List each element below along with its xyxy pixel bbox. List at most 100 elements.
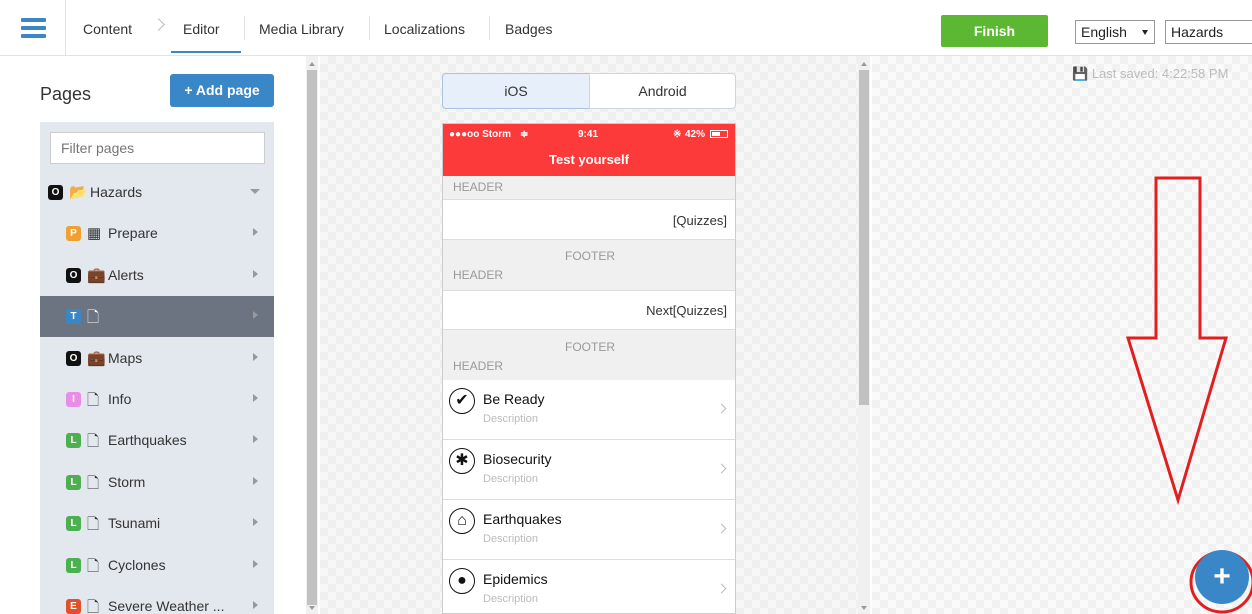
header-label: HEADER	[453, 359, 504, 373]
section-footer-header: FOOTER HEADER	[443, 330, 735, 380]
tree-item-label: Cyclones	[108, 556, 166, 573]
app-value: Hazards	[1171, 24, 1224, 40]
page-type-badge: P	[66, 226, 81, 242]
tab-content[interactable]: Content	[83, 0, 132, 56]
caret-right-icon[interactable]	[253, 228, 258, 237]
scroll-down-icon[interactable]	[861, 606, 867, 610]
item-description: Description	[483, 413, 539, 425]
tree-item[interactable]: I 🗋 Info	[40, 379, 274, 420]
caret-right-icon[interactable]	[253, 394, 258, 402]
tree-item[interactable]: L 🗋 Storm	[40, 462, 274, 503]
bluetooth-icon: ※	[673, 129, 682, 140]
item-title: Be Ready	[483, 391, 545, 407]
page-title: Test yourself	[549, 152, 629, 167]
tab-media-library[interactable]: Media Library	[259, 0, 344, 56]
active-tab-indicator	[171, 51, 241, 53]
tree-item[interactable]: L 🗋 Cyclones	[40, 545, 274, 586]
tree-item-label: Earthquakes	[108, 432, 187, 449]
page-type-badge: L	[66, 557, 81, 573]
file-icon: 🗋	[87, 557, 100, 575]
chevron-right-icon	[716, 403, 727, 414]
tree-item[interactable]: O 📂 Hazards	[40, 172, 274, 213]
item-title: Epidemics	[483, 571, 548, 587]
wifi-icon: ≑	[520, 129, 529, 140]
preview-scrollbar[interactable]	[858, 56, 870, 614]
list-item[interactable]: ● Epidemics Description	[443, 560, 735, 613]
filter-pages-input[interactable]	[50, 132, 265, 164]
finish-button[interactable]: Finish	[941, 15, 1048, 47]
top-nav: Content Editor Media Library Localizatio…	[0, 0, 1252, 56]
tab-localizations[interactable]: Localizations	[384, 0, 465, 56]
tree-item[interactable]: L 🗋 Tsunami	[40, 503, 274, 544]
scroll-up-icon[interactable]	[309, 62, 315, 66]
folder-open-icon: 📂	[69, 184, 88, 201]
tree-item[interactable]: T 🗋	[40, 296, 274, 338]
caret-right-icon[interactable]	[253, 518, 258, 527]
section-footer-header: FOOTER HEADER	[443, 240, 735, 290]
house-quake-icon: ⌂	[449, 508, 475, 534]
divider	[244, 16, 245, 40]
caret-right-icon[interactable]	[253, 601, 258, 609]
tree-item-label: Prepare	[108, 225, 158, 242]
next-quiz-cell[interactable]: Next[Quizzes]	[443, 290, 735, 330]
tree-item[interactable]: O 💼 Alerts	[40, 255, 274, 296]
briefcase-icon: 💼	[87, 349, 106, 367]
tab-editor[interactable]: Editor	[183, 0, 220, 56]
page-type-badge: I	[66, 392, 81, 407]
divider	[369, 16, 370, 40]
add-component-button[interactable]: +	[1195, 550, 1249, 604]
phone-status-bar: ●●●oo Storm ≑ 9:41 ※ 42% Test yourself	[443, 124, 735, 176]
add-page-button[interactable]: + Add page	[170, 74, 274, 107]
item-description: Description	[483, 473, 539, 485]
header-label: HEADER	[453, 268, 504, 282]
tree-item-label: Tsunami	[108, 515, 161, 532]
caret-right-icon[interactable]	[253, 269, 258, 278]
scroll-thumb[interactable]	[307, 70, 317, 605]
tree-item-label: Info	[108, 391, 132, 407]
page-type-badge: L	[66, 516, 81, 532]
app-select[interactable]: Hazards	[1165, 20, 1252, 44]
scroll-down-icon[interactable]	[309, 606, 315, 610]
list-item[interactable]: ✔ Be Ready Description	[443, 380, 735, 440]
android-toggle[interactable]: Android	[589, 73, 736, 109]
tree-item[interactable]: P ▦ Prepare	[40, 213, 274, 254]
left-scrollbar[interactable]	[306, 56, 318, 614]
item-title: Earthquakes	[483, 511, 562, 527]
caret-right-icon[interactable]	[253, 559, 258, 568]
footer-label: FOOTER	[565, 249, 615, 263]
briefcase-icon: 💼	[87, 266, 106, 284]
page-type-badge: E	[66, 599, 81, 614]
caret-right-icon[interactable]	[253, 311, 258, 320]
battery-icon	[710, 130, 728, 138]
caret-right-icon[interactable]	[253, 435, 258, 444]
caret-right-icon[interactable]	[253, 476, 258, 485]
ios-toggle[interactable]: iOS	[442, 73, 590, 109]
scroll-up-icon[interactable]	[861, 62, 867, 66]
language-select[interactable]: English	[1075, 20, 1155, 44]
caret-right-icon[interactable]	[253, 352, 258, 361]
tree-item[interactable]: O 💼 Maps	[40, 338, 274, 379]
battery-text: 42%	[685, 129, 706, 140]
menu-icon[interactable]	[0, 0, 66, 56]
tab-badges[interactable]: Badges	[505, 0, 552, 56]
last-saved-text: Last saved: 4:22:58 PM	[1091, 66, 1229, 81]
phone-preview: ●●●oo Storm ≑ 9:41 ※ 42% Test yourself H…	[442, 123, 736, 614]
annotation-arrow-icon	[1125, 176, 1252, 614]
tree-item-label: Hazards	[90, 184, 143, 200]
tree-item[interactable]: E 🗋 Severe Weather ...	[40, 586, 274, 614]
head-icon: ●	[449, 568, 475, 594]
next-quiz-text: Next[Quizzes]	[646, 303, 727, 318]
footer-label: FOOTER	[565, 340, 615, 354]
quiz-cell[interactable]: [Quizzes]	[443, 199, 735, 240]
caret-down-icon[interactable]	[250, 189, 260, 194]
tree-item-label: Alerts	[108, 266, 144, 283]
list-item[interactable]: ✱ Biosecurity Description	[443, 440, 735, 500]
scroll-thumb[interactable]	[859, 70, 869, 405]
chevron-right-icon	[716, 523, 727, 534]
chevron-right-icon	[716, 463, 727, 474]
file-icon: 🗋	[87, 474, 100, 492]
carrier-text: ●●●oo Storm	[449, 129, 512, 140]
tree-item[interactable]: L 🗋 Earthquakes	[40, 420, 274, 461]
item-description: Description	[483, 533, 539, 545]
list-item[interactable]: ⌂ Earthquakes Description	[443, 500, 735, 560]
